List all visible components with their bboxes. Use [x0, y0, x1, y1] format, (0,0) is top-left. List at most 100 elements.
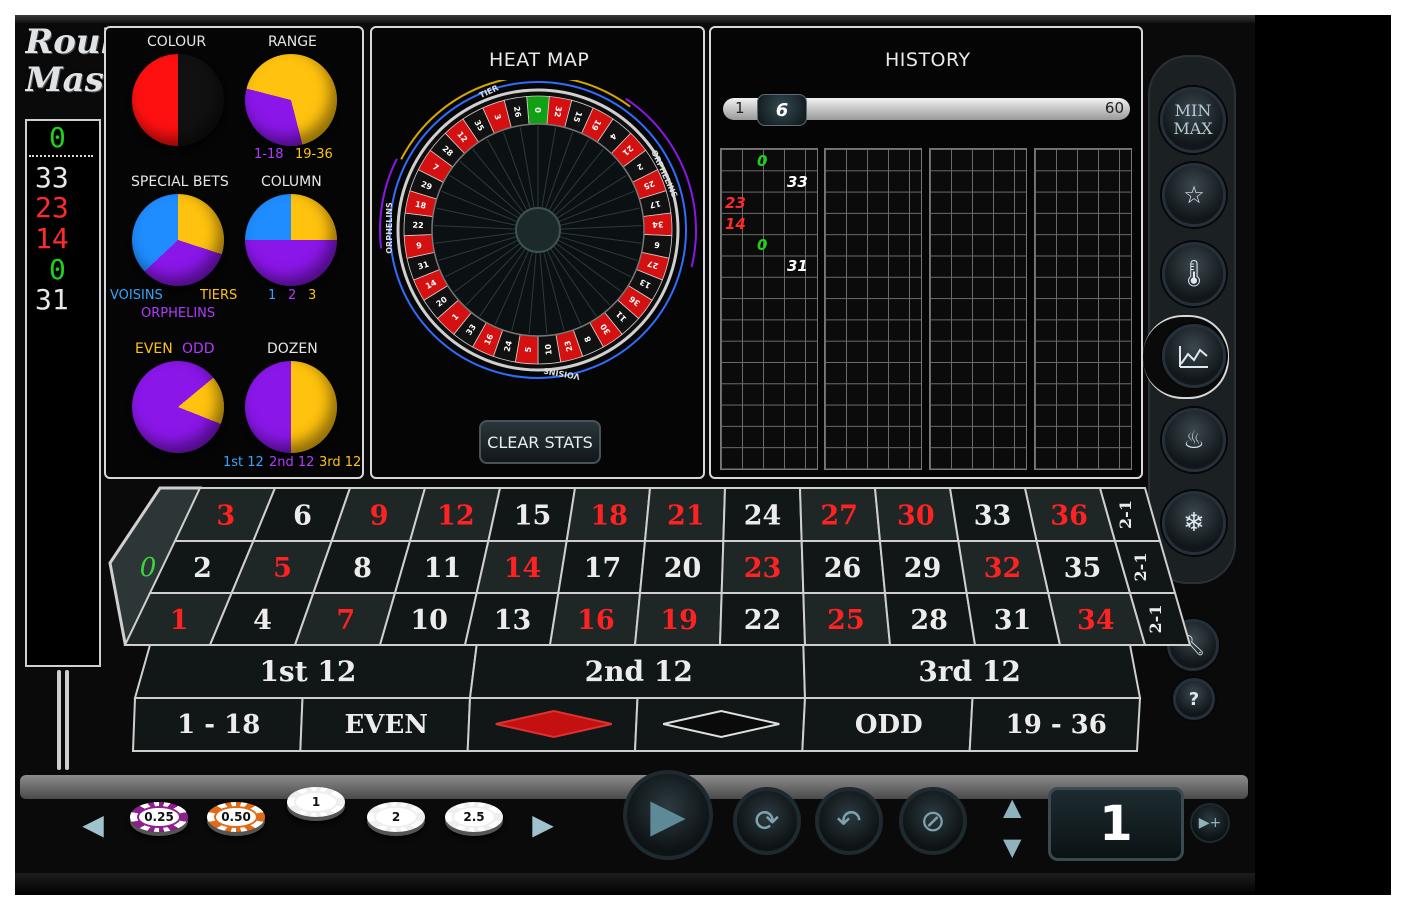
chip-2.5[interactable]: 2.5	[445, 802, 503, 832]
clear-chips-icon: ⊘	[920, 803, 946, 839]
play-icon: ▶	[650, 788, 686, 842]
tiers-label: TIERS	[200, 288, 238, 303]
clear-stats-button[interactable]: CLEAR STATS	[479, 420, 601, 464]
column-bet-label: 2-1	[1131, 553, 1150, 582]
multiplier-max-button[interactable]: ▶+	[1190, 803, 1230, 843]
number-label: 11	[424, 553, 462, 584]
hot-cold-button[interactable]: 🌡︎	[1162, 242, 1226, 306]
history-slider[interactable]: 1 60 6	[723, 94, 1130, 126]
number-label: 14	[504, 553, 542, 584]
column-pie	[245, 194, 337, 286]
history-grid-2	[824, 148, 922, 470]
history-panel: HISTORY 1 60 6 0 33 23 14 0 31	[709, 26, 1143, 479]
recent-number: 31	[35, 283, 69, 316]
colour-pie	[132, 54, 224, 146]
dozen-label-3: 3rd 12	[319, 455, 362, 470]
history-entry: 14	[725, 215, 746, 233]
history-entry: 0	[757, 152, 768, 170]
heatmap-wheel: 0 32 1519421225173462713361130823105241633…	[379, 80, 697, 389]
wheel-number: 34	[652, 220, 664, 229]
statistics-button[interactable]	[1162, 324, 1226, 388]
wheel-number: 0	[533, 107, 542, 113]
chips-prev-button[interactable]: ◀	[75, 795, 111, 853]
history-slider-value: 6	[775, 99, 789, 121]
number-label: 36	[1050, 501, 1088, 532]
heatmap-panel: HEAT MAP 0 32 15 19 4 21 2 25 17 34 6 27 13 36 11 30 8 23…	[370, 26, 705, 479]
outside-bet-label: 1 - 18	[177, 710, 260, 740]
rebet-icon: ⟳	[754, 803, 780, 839]
dozen-label: 1st 12	[259, 655, 356, 688]
number-label: 1	[170, 605, 189, 636]
chart-icon	[1179, 346, 1208, 368]
chip-1[interactable]: 1	[287, 787, 345, 817]
chips-next-button[interactable]: ▶	[525, 795, 561, 853]
number-label: 17	[584, 553, 622, 584]
number-label: 7	[336, 605, 355, 636]
recent-number: 33	[35, 161, 69, 194]
chip-0.50[interactable]: 0.50	[207, 802, 265, 832]
chip-0.25[interactable]: 0.25	[130, 802, 188, 832]
wheel-number: 26	[512, 106, 523, 119]
number-label: 34	[1077, 605, 1115, 636]
dozen-label: 3rd 12	[918, 655, 1021, 688]
thermometer-icon: 🌡︎	[1177, 259, 1211, 289]
column-bet-label: 2-1	[1116, 500, 1135, 529]
range-high-label: 19-36	[295, 147, 333, 162]
number-label: 16	[577, 605, 615, 636]
chip-value: 0.25	[137, 806, 181, 828]
number-label: 19	[660, 605, 698, 636]
spin-button[interactable]: ▶	[623, 770, 713, 860]
multiplier-up-button[interactable]: ▲	[1003, 793, 1021, 821]
history-title: HISTORY	[885, 49, 971, 71]
special-bets-title: SPECIAL BETS	[131, 174, 229, 190]
outside-bet-label: EVEN	[344, 710, 428, 740]
number-label: 30	[897, 501, 935, 532]
even-odd-pie	[132, 361, 224, 453]
clear-bets-button[interactable]: ⊘	[899, 787, 967, 855]
number-label: 22	[744, 605, 782, 636]
number-label: 9	[370, 501, 389, 532]
bottom-base	[15, 873, 1255, 895]
fast-forward-icon: ▶+	[1198, 815, 1222, 831]
odd-label: ODD	[182, 341, 215, 357]
orphelins-label: ORPHELINS	[141, 306, 216, 321]
number-label: 32	[984, 553, 1022, 584]
number-label: 28	[910, 605, 948, 636]
number-label: 13	[494, 605, 532, 636]
number-label: 4	[253, 605, 272, 636]
zero-label: 0	[140, 553, 157, 583]
number-label: 8	[353, 553, 372, 584]
chip-2[interactable]: 2	[367, 802, 425, 832]
number-label: 21	[667, 501, 705, 532]
history-slider-thumb[interactable]: 6	[757, 94, 807, 126]
flame-icon: ♨	[1183, 426, 1205, 454]
number-label: 18	[590, 501, 628, 532]
dozen-label: 2nd 12	[585, 655, 693, 688]
history-entry: 33	[787, 173, 808, 191]
special-bets-pie	[132, 194, 224, 286]
favourite-bets-button[interactable]: ☆	[1162, 163, 1226, 227]
number-label: 6	[293, 501, 312, 532]
number-label: 33	[974, 501, 1012, 532]
wheel-hub	[515, 207, 561, 253]
history-entry: 23	[725, 194, 746, 212]
multiplier-value: 1	[1099, 796, 1133, 852]
column-label-1: 1	[268, 288, 277, 303]
column-title: COLUMN	[261, 174, 322, 190]
hot-numbers-button[interactable]: ♨	[1162, 408, 1226, 472]
wheel-number: 32	[552, 105, 563, 118]
orphelins-left-label: ORPHELINS	[385, 202, 394, 254]
range-pie	[245, 54, 337, 146]
history-entry: 0	[757, 236, 768, 254]
rebet-button[interactable]: ⟳	[733, 787, 801, 855]
wheel-number: 10	[544, 343, 554, 355]
column-label-2: 2	[288, 288, 297, 303]
recent-number: 14	[35, 222, 69, 255]
recent-number: 0	[49, 253, 66, 286]
number-label: 12	[437, 501, 475, 532]
multiplier-down-button[interactable]: ▼	[1003, 833, 1021, 861]
min-max-button[interactable]: MIN MAX	[1160, 87, 1226, 153]
min-label: MIN	[1174, 101, 1212, 120]
column-label-3: 3	[308, 288, 317, 303]
undo-button[interactable]: ↶	[815, 787, 883, 855]
